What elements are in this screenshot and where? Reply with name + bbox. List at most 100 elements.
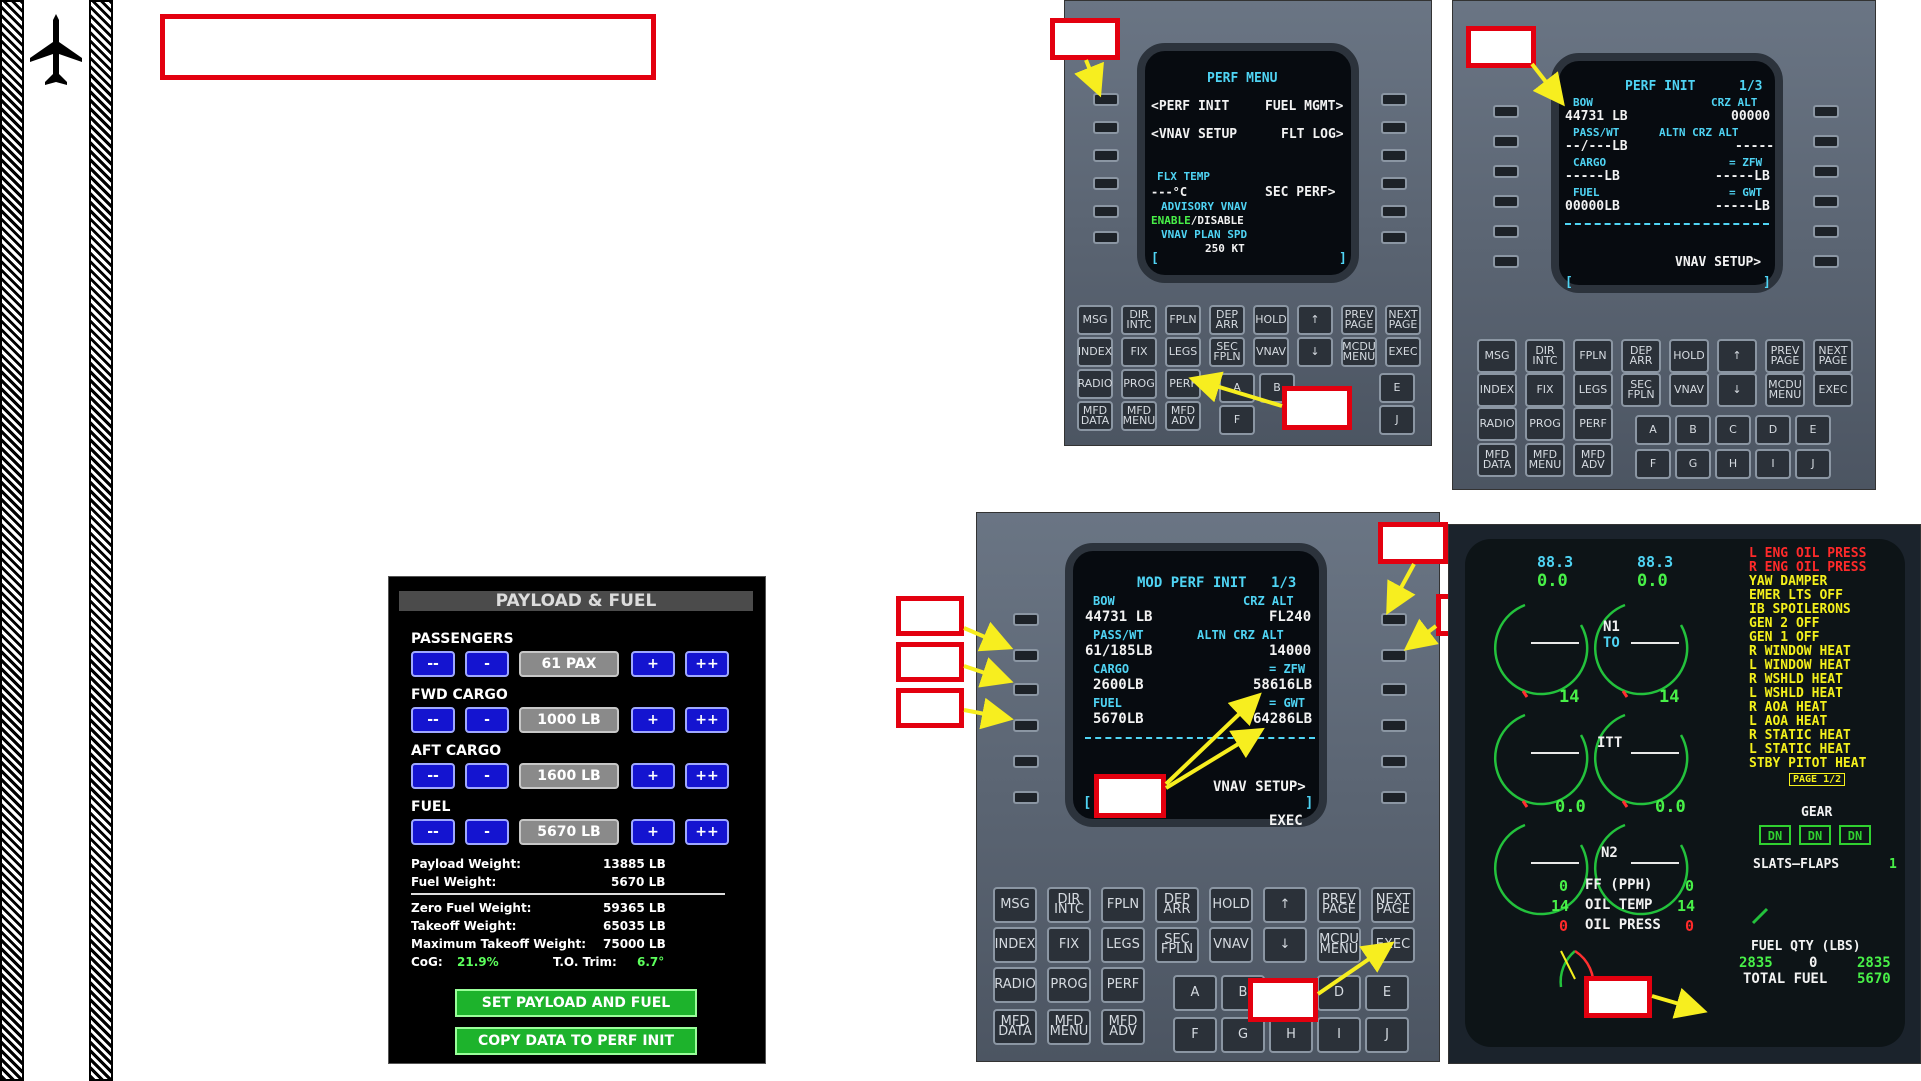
lsk-r3[interactable] (1381, 683, 1407, 696)
key-dir-intc[interactable]: DIR INTC (1525, 339, 1565, 373)
key-dir-intc[interactable]: DIR INTC (1121, 305, 1157, 335)
vnav-setup-link[interactable]: <VNAV SETUP (1151, 127, 1237, 142)
key-h[interactable]: H (1715, 449, 1751, 479)
key-down[interactable]: ↓ (1297, 337, 1333, 367)
key-legs[interactable]: LEGS (1101, 927, 1145, 963)
lsk-l2[interactable] (1013, 649, 1039, 662)
flt-log-link[interactable]: FLT LOG> (1281, 127, 1344, 142)
lsk-l1[interactable] (1013, 613, 1039, 626)
key-fix[interactable]: FIX (1047, 927, 1091, 963)
key-exec[interactable]: EXEC (1813, 373, 1853, 407)
aft-cargo-dec1-button[interactable]: - (465, 763, 509, 789)
key-msg[interactable]: MSG (1077, 305, 1113, 335)
lsk-l4[interactable] (1093, 177, 1119, 190)
key-down[interactable]: ↓ (1717, 373, 1757, 407)
key-up[interactable]: ↑ (1297, 305, 1333, 335)
aft-cargo-inc1-button[interactable]: + (631, 763, 675, 789)
key-radio[interactable]: RADIO (1077, 369, 1113, 399)
key-dep-arr[interactable]: DEP ARR (1209, 305, 1245, 335)
vnav-setup-link[interactable]: VNAV SETUP> (1213, 779, 1306, 795)
key-prog[interactable]: PROG (1121, 369, 1157, 399)
key-mcdu-menu[interactable]: MCDU MENU (1765, 373, 1805, 407)
fuel-inc2-button[interactable]: ++ (685, 819, 729, 845)
key-sec-fpln[interactable]: SEC FPLN (1209, 337, 1245, 367)
perf-init-link[interactable]: <PERF INIT (1151, 99, 1229, 114)
key-mfd-adv[interactable]: MFD ADV (1165, 401, 1201, 431)
lsk-l5[interactable] (1013, 755, 1039, 768)
key-e[interactable]: E (1379, 373, 1415, 403)
key-msg[interactable]: MSG (993, 887, 1037, 923)
lsk-l4[interactable] (1493, 195, 1519, 208)
key-up[interactable]: ↑ (1263, 887, 1307, 923)
aft-cargo-dec2-button[interactable]: -- (411, 763, 455, 789)
key-prog[interactable]: PROG (1047, 967, 1091, 1003)
key-f[interactable]: F (1219, 405, 1255, 435)
lsk-l6[interactable] (1493, 255, 1519, 268)
lsk-l3[interactable] (1013, 683, 1039, 696)
key-prev-page[interactable]: PREV PAGE (1765, 339, 1805, 373)
key-perf[interactable]: PERF (1101, 967, 1145, 1003)
key-index[interactable]: INDEX (993, 927, 1037, 963)
key-dep-arr[interactable]: DEP ARR (1621, 339, 1661, 373)
lsk-l1[interactable] (1093, 93, 1119, 106)
key-mfd-menu[interactable]: MFD MENU (1525, 443, 1565, 477)
lsk-l6[interactable] (1013, 791, 1039, 804)
lsk-r1[interactable] (1381, 93, 1407, 106)
key-mfd-data[interactable]: MFD DATA (1477, 443, 1517, 477)
key-d[interactable]: D (1317, 975, 1361, 1011)
key-a[interactable]: A (1219, 373, 1255, 403)
key-sec-fpln[interactable]: SEC FPLN (1621, 373, 1661, 407)
lsk-r6[interactable] (1381, 231, 1407, 244)
fuel-dec2-button[interactable]: -- (411, 819, 455, 845)
key-g[interactable]: G (1675, 449, 1711, 479)
key-i[interactable]: I (1755, 449, 1791, 479)
lsk-r5[interactable] (1813, 225, 1839, 238)
key-dep-arr[interactable]: DEP ARR (1155, 887, 1199, 923)
sec-perf-link[interactable]: SEC PERF> (1265, 185, 1335, 200)
lsk-r6[interactable] (1381, 791, 1407, 804)
key-j[interactable]: J (1379, 405, 1415, 435)
key-mcdu-menu[interactable]: MCDU MENU (1317, 927, 1361, 963)
fuel-inc1-button[interactable]: + (631, 819, 675, 845)
key-fpln[interactable]: FPLN (1165, 305, 1201, 335)
key-exec[interactable]: EXEC (1385, 337, 1421, 367)
key-mfd-menu[interactable]: MFD MENU (1121, 401, 1157, 431)
lsk-l5[interactable] (1093, 205, 1119, 218)
aft-cargo-inc2-button[interactable]: ++ (685, 763, 729, 789)
key-c[interactable]: C (1715, 415, 1751, 445)
lsk-l4[interactable] (1013, 719, 1039, 732)
lsk-l2[interactable] (1093, 121, 1119, 134)
key-mfd-data[interactable]: MFD DATA (993, 1009, 1037, 1045)
key-f[interactable]: F (1635, 449, 1671, 479)
key-a[interactable]: A (1635, 415, 1671, 445)
key-e[interactable]: E (1365, 975, 1409, 1011)
key-fpln[interactable]: FPLN (1101, 887, 1145, 923)
key-next-page[interactable]: NEXT PAGE (1813, 339, 1853, 373)
key-down[interactable]: ↓ (1263, 927, 1307, 963)
fuel-dec1-button[interactable]: - (465, 819, 509, 845)
enable-disable[interactable]: ENABLE/DISABLE (1151, 213, 1244, 228)
key-e[interactable]: E (1795, 415, 1831, 445)
key-b[interactable]: B (1675, 415, 1711, 445)
key-prev-page[interactable]: PREV PAGE (1317, 887, 1361, 923)
key-fpln[interactable]: FPLN (1573, 339, 1613, 373)
passengers-inc2-button[interactable]: ++ (685, 651, 729, 677)
key-index[interactable]: INDEX (1477, 373, 1517, 407)
key-msg[interactable]: MSG (1477, 339, 1517, 373)
key-up[interactable]: ↑ (1717, 339, 1757, 373)
key-hold[interactable]: HOLD (1253, 305, 1289, 335)
passengers-inc1-button[interactable]: + (631, 651, 675, 677)
key-legs[interactable]: LEGS (1573, 373, 1613, 407)
key-vnav[interactable]: VNAV (1669, 373, 1709, 407)
key-exec[interactable]: EXEC (1371, 927, 1415, 963)
key-hold[interactable]: HOLD (1669, 339, 1709, 373)
key-mfd-menu[interactable]: MFD MENU (1047, 1009, 1091, 1045)
key-next-page[interactable]: NEXT PAGE (1371, 887, 1415, 923)
key-d[interactable]: D (1755, 415, 1791, 445)
key-vnav[interactable]: VNAV (1253, 337, 1289, 367)
key-prev-page[interactable]: PREV PAGE (1341, 305, 1377, 335)
lsk-r1[interactable] (1813, 105, 1839, 118)
lsk-r5[interactable] (1381, 755, 1407, 768)
lsk-r1[interactable] (1381, 613, 1407, 626)
key-a[interactable]: A (1173, 975, 1217, 1011)
